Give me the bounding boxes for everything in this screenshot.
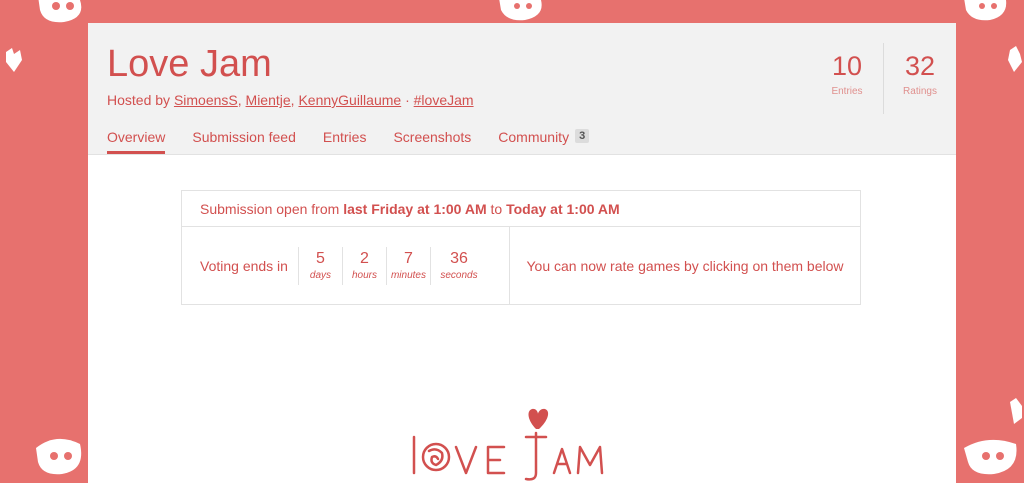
tab-community[interactable]: Community 3 <box>498 129 590 153</box>
rate-games-message: You can now rate games by clicking on th… <box>526 258 844 274</box>
heart-doodle-icon <box>1010 398 1022 424</box>
jam-title: Love Jam <box>107 43 272 85</box>
skull-doodle-icon <box>964 439 1017 475</box>
countdown-seconds: 36 seconds <box>429 247 487 285</box>
countdown-hours: 2 hours <box>341 247 386 285</box>
submission-period: Submission open from last Friday at 1:00… <box>182 191 860 227</box>
jam-card: Love Jam Hosted by SimoensS, Mientje, Ke… <box>88 23 956 483</box>
countdown-days-label: days <box>309 270 332 281</box>
countdown-seconds-value: 36 <box>450 250 468 267</box>
voting-row: Voting ends in 5 days 2 hours 7 minutes … <box>182 227 860 305</box>
voting-countdown: Voting ends in 5 days 2 hours 7 minutes … <box>182 227 510 305</box>
heart-doodle-icon <box>6 48 22 72</box>
stat-ratings-label: Ratings <box>903 86 937 97</box>
tab-overview[interactable]: Overview <box>107 129 166 154</box>
countdown-minutes-label: minutes <box>390 270 426 281</box>
host-link-mientje[interactable]: Mientje <box>246 92 291 108</box>
jam-header: Love Jam Hosted by SimoensS, Mientje, Ke… <box>88 23 956 155</box>
community-count-badge: 3 <box>575 129 590 143</box>
love-jam-logo <box>412 408 604 481</box>
skull-doodle-icon <box>964 0 1007 21</box>
submission-to: to <box>490 201 503 217</box>
countdown-days-value: 5 <box>316 250 325 267</box>
submission-prefix: Submission open from <box>200 201 340 217</box>
submission-end: Today at 1:00 AM <box>506 201 620 217</box>
countdown-minutes-value: 7 <box>404 250 413 267</box>
host-link-kennyguillaume[interactable]: KennyGuillaume <box>298 92 401 108</box>
stat-entries-value: 10 <box>831 51 863 81</box>
stat-ratings[interactable]: 32 Ratings <box>883 43 956 114</box>
voting-label: Voting ends in <box>200 258 288 274</box>
countdown-seconds-label: seconds <box>440 270 478 281</box>
host-link-simoenss[interactable]: SimoensS <box>174 92 238 108</box>
submission-start: last Friday at 1:00 AM <box>343 201 487 217</box>
tab-community-label: Community <box>498 129 570 145</box>
countdown-minutes: 7 minutes <box>385 247 430 285</box>
skull-doodle-icon <box>38 0 82 23</box>
tab-screenshots[interactable]: Screenshots <box>393 129 471 153</box>
jam-tabs: Overview Submission feed Entries Screens… <box>107 129 616 154</box>
skull-doodle-icon <box>36 438 82 475</box>
stat-ratings-value: 32 <box>904 51 936 81</box>
hashtag-link[interactable]: #loveJam <box>414 92 474 108</box>
hosted-by-label: Hosted by <box>107 92 171 108</box>
heart-doodle-icon <box>1008 46 1022 72</box>
stat-entries[interactable]: 10 Entries <box>811 43 883 114</box>
tab-submission-feed[interactable]: Submission feed <box>192 129 296 153</box>
countdown-hours-label: hours <box>351 270 377 281</box>
jam-info-box: Submission open from last Friday at 1:00… <box>181 190 861 305</box>
hosted-by-line: Hosted by SimoensS, Mientje, KennyGuilla… <box>107 92 474 108</box>
stat-entries-label: Entries <box>831 86 863 97</box>
countdown-days: 5 days <box>297 247 342 285</box>
countdown-hours-value: 2 <box>360 250 369 267</box>
skull-doodle-icon <box>499 0 542 21</box>
jam-stats: 10 Entries 32 Ratings <box>811 43 956 114</box>
tab-entries[interactable]: Entries <box>323 129 367 153</box>
